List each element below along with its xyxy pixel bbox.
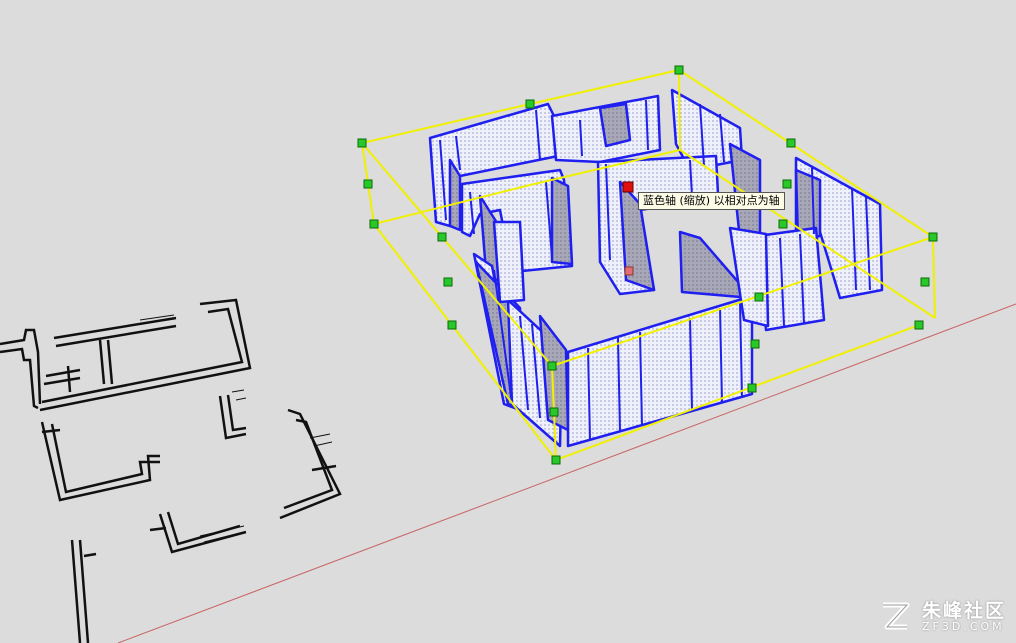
scale-grip [747, 383, 757, 393]
scale-grip [786, 138, 796, 148]
scale-grip [674, 65, 684, 75]
scale-grip [551, 455, 561, 465]
scale-grip [928, 232, 938, 242]
scale-grip [447, 320, 457, 330]
scale-grip [443, 277, 453, 287]
scale-grip [914, 320, 924, 330]
watermark-url: ZF3D.COM [921, 620, 1005, 633]
scale-grip [920, 277, 930, 287]
pivot-grip [624, 266, 634, 276]
scale-grip [549, 407, 559, 417]
scale-grip [750, 339, 760, 349]
scale-grip [782, 179, 792, 189]
scale-grip [363, 179, 373, 189]
scale-grip [547, 361, 557, 371]
active-scale-grip[interactable] [622, 181, 634, 193]
scale-grip [369, 219, 379, 229]
scale-tooltip: 蓝色轴 (缩放) 以相对点为轴 [638, 192, 785, 210]
wall-model-3d[interactable] [428, 88, 884, 448]
modeling-viewport[interactable]: 蓝色轴 (缩放) 以相对点为轴 朱峰社区 ZF3D.COM [0, 0, 1016, 643]
scene-canvas[interactable] [0, 0, 1016, 643]
site-watermark: 朱峰社区 ZF3D.COM [877, 599, 1006, 635]
scale-grip [778, 219, 788, 229]
scale-grip [357, 138, 367, 148]
scale-grip [525, 99, 535, 109]
floor-plan-2d[interactable] [0, 298, 342, 643]
scale-grip [437, 232, 447, 242]
watermark-name: 朱峰社区 [921, 600, 1006, 622]
scale-grip [754, 292, 764, 302]
zf-logo-icon [882, 602, 910, 630]
